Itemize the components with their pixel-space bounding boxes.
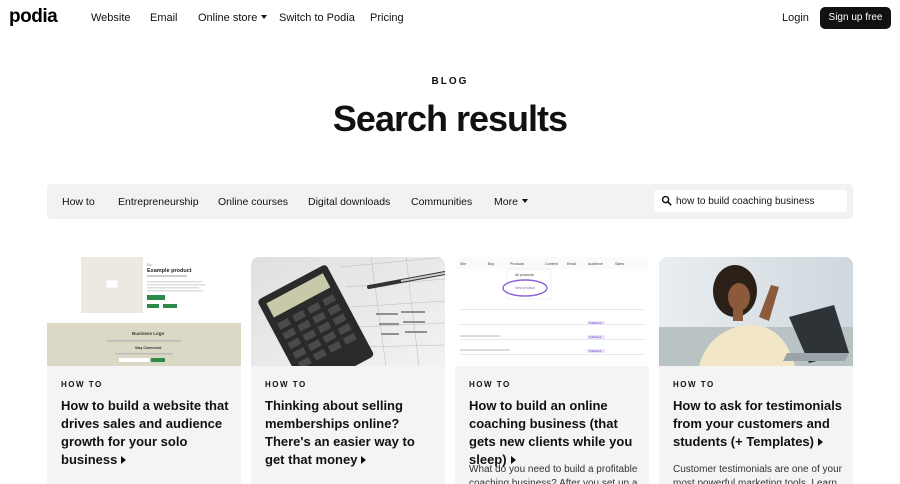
article-card[interactable]: HOW TO How to ask for testimonials from … [659,257,853,484]
thumb-buy-text: Buy [488,262,494,266]
article-title-text: How to build an online coaching business… [469,398,633,467]
article-category-tag: HOW TO [265,380,307,389]
article-title-text: How to build a website that drives sales… [61,398,229,467]
thumb-stay-connected-text: Stay Connected [135,346,161,350]
arrow-right-icon [361,456,367,464]
article-title[interactable]: Thinking about selling memberships onlin… [265,397,437,469]
article-title[interactable]: How to build an online coaching business… [469,397,641,469]
thumb-published-text: Published [589,335,602,339]
article-category-tag: HOW TO [673,380,715,389]
category-filter-bar: How to Entrepreneurship Online courses D… [47,184,853,219]
nav-link-website[interactable]: Website [91,12,131,24]
search-input[interactable] [676,192,842,210]
category-more-label: More [494,196,518,208]
login-link[interactable]: Login [782,12,809,24]
blog-eyebrow: BLOG [431,76,469,87]
arrow-right-icon [817,438,823,446]
category-communities[interactable]: Communities [411,196,472,208]
thumb-published-text: Published [589,321,602,325]
thumb-new-product-text: New product [515,286,535,290]
thumb-example-product-text: Example product [147,268,192,274]
article-excerpt: What do you need to build a profitable c… [469,464,638,484]
top-nav: podia Website Email Online store Switch … [0,0,900,36]
signup-button[interactable]: Sign up free [820,7,891,29]
nav-link-online-store-label: Online store [198,12,258,24]
nav-link-online-store[interactable]: Online store [198,12,268,24]
article-thumbnail-calculator [251,257,445,366]
nav-link-pricing[interactable]: Pricing [370,12,404,24]
nav-link-email[interactable]: Email [150,12,178,24]
category-more-dropdown[interactable]: More [494,196,528,208]
nav-link-switch[interactable]: Switch to Podia [279,12,355,24]
thumb-business-logo-text: Business Logo [132,331,165,336]
thumb-products-text: Products [510,262,524,266]
article-category-tag: HOW TO [61,380,103,389]
thumb-site-text: Site [460,262,466,266]
article-category-tag: HOW TO [469,380,511,389]
podia-logo[interactable]: podia [9,6,58,28]
chevron-down-icon [521,199,528,203]
article-title[interactable]: How to ask for testimonials from your cu… [673,397,845,451]
category-digital-downloads[interactable]: Digital downloads [308,196,390,208]
article-card[interactable]: HOW TO Thinking about selling membership… [251,257,445,484]
article-excerpt: Customer testimonials are one of your mo… [673,464,842,484]
thumb-content-text: Content [545,262,558,266]
thumb-email-text: Email [567,262,576,266]
article-title[interactable]: How to build a website that drives sales… [61,397,233,469]
search-box [654,190,847,212]
article-card[interactable]: Site Buy Products Content Email Audience… [455,257,649,484]
article-thumbnail-website-builder: By Example product Business Logo Stay Co… [47,257,241,366]
article-title-text: How to ask for testimonials from your cu… [673,398,843,449]
article-card[interactable]: By Example product Business Logo Stay Co… [47,257,241,484]
search-icon [661,195,672,206]
article-title-text: Thinking about selling memberships onlin… [265,398,415,467]
thumb-published-text: Published [589,349,602,353]
arrow-right-icon [121,456,127,464]
thumb-sales-text: Sales [615,262,624,266]
thumb-all-products-text: All products [515,273,534,277]
category-how-to[interactable]: How to [62,196,95,208]
article-thumbnail-new-product: Site Buy Products Content Email Audience… [455,257,649,366]
category-entrepreneurship[interactable]: Entrepreneurship [118,196,199,208]
article-thumbnail-woman-laptop [659,257,853,366]
thumb-audience-text: Audience [588,262,603,266]
chevron-down-icon [261,15,268,19]
page-title: Search results [332,98,568,139]
svg-text:By: By [147,262,152,267]
category-online-courses[interactable]: Online courses [218,196,288,208]
